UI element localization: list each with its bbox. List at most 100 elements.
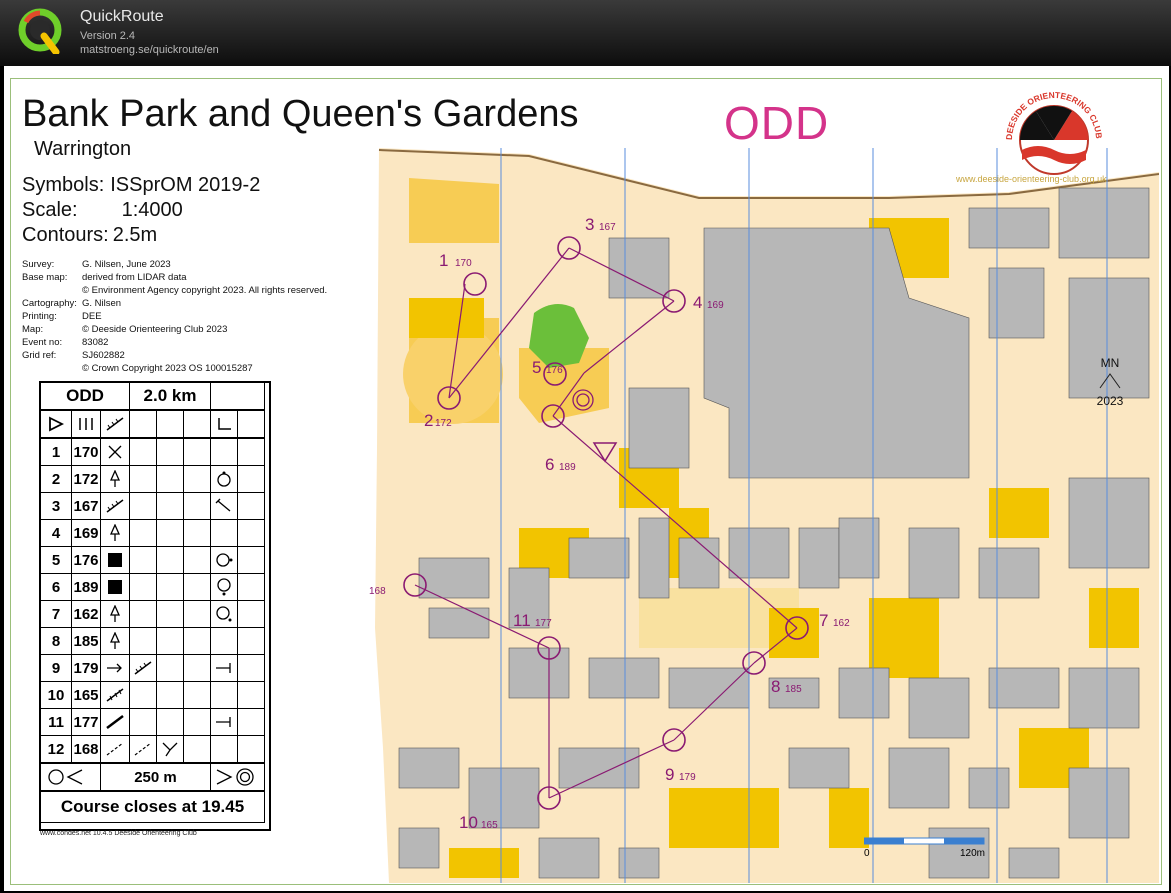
scale-bar-end: 120m — [960, 848, 986, 859]
app-name: QuickRoute — [80, 8, 164, 25]
thick-line-icon — [106, 715, 124, 729]
description-header: ODD 2.0 km — [40, 382, 265, 411]
control-3-number: 3 — [585, 215, 594, 234]
finish-start-cell — [40, 762, 101, 792]
desc-code: 189 — [71, 573, 101, 601]
desc-code: 176 — [71, 546, 101, 574]
desc-direction-cell — [100, 654, 130, 682]
description-start-row — [40, 409, 265, 439]
desc-code: 168 — [71, 735, 101, 764]
scale-bar-graphic — [864, 837, 985, 845]
start-triangle-icon — [49, 416, 64, 432]
desc-symbol-cell — [100, 573, 130, 601]
credit-key: Grid ref: — [22, 350, 57, 361]
empty-cell — [183, 465, 211, 493]
empty-cell — [129, 600, 157, 628]
credit-key: Map: — [22, 324, 44, 335]
desc-number: 1 — [40, 437, 72, 466]
desc-symbol-cell — [100, 519, 130, 547]
empty-cell — [183, 546, 211, 574]
description-course-length: 2.0 km — [129, 382, 211, 411]
empty-cell — [237, 627, 265, 655]
desc-number: 4 — [40, 519, 72, 547]
description-row-8: 8 185 — [40, 627, 265, 655]
feature-cell — [100, 409, 130, 439]
map-paper: 1 170 2 172 3 167 4 169 5 176 6 189 7 16… — [4, 66, 1169, 891]
desc-code: 185 — [71, 627, 101, 655]
app-url[interactable]: matstroeng.se/quickroute/en — [80, 44, 219, 56]
credit-key: Base map: — [22, 272, 68, 283]
control-4-number: 4 — [693, 293, 702, 312]
control-6-number: 6 — [545, 455, 554, 474]
control-7-code: 162 — [833, 618, 850, 629]
app-title-bar: QuickRoute Version 2.4 matstroeng.se/qui… — [0, 0, 1171, 66]
empty-cell — [183, 600, 211, 628]
description-row-9: 9 179 — [40, 654, 265, 682]
control-2-code: 172 — [435, 418, 452, 429]
north-arrow-icon — [1099, 373, 1121, 389]
spec-scale: Scale: 1:4000 — [22, 199, 183, 222]
empty-cell — [237, 546, 265, 574]
desc-symbol-cell — [100, 600, 130, 628]
quickroute-logo-icon — [18, 8, 62, 54]
desc-location-cell — [210, 546, 238, 574]
spec-symbols-value: ISSprOM 2019-2 — [110, 174, 261, 196]
desc-symbol-cell — [100, 546, 130, 574]
wall-icon — [106, 499, 124, 513]
desc-code: 172 — [71, 465, 101, 493]
end-icon — [215, 498, 231, 512]
control-11-number: 11 — [513, 611, 531, 630]
end-line-icon — [216, 717, 231, 727]
empty-cell — [129, 519, 157, 547]
empty-cell — [183, 708, 211, 736]
building-square-icon — [108, 580, 122, 594]
spec-contours-value: 2.5m — [112, 224, 158, 246]
empty-cell — [156, 708, 184, 736]
empty-cell — [237, 465, 265, 493]
circle-bottom-right-icon — [216, 606, 232, 622]
spec-contours-label: Contours: — [22, 224, 109, 246]
description-finish-row: 250 m — [40, 762, 265, 792]
map-credits: Survey: G. Nilsen, June 2023 Base map: der… — [22, 258, 327, 375]
tree-icon — [109, 632, 121, 649]
empty-cell — [237, 681, 265, 709]
app-version: Version 2.4 — [80, 30, 136, 42]
empty-cell — [156, 654, 184, 682]
empty-cell — [210, 735, 238, 764]
club-url: www.deeside-orienteering-club.org.uk — [956, 174, 1107, 184]
desc-symbol-cell — [129, 654, 157, 682]
tree-icon — [109, 524, 121, 541]
tree-icon — [109, 605, 121, 622]
control-11-code: 177 — [535, 618, 552, 629]
empty-cell — [210, 627, 238, 655]
finish-distance: 250 m — [100, 762, 211, 792]
control-5-code: 176 — [546, 365, 563, 376]
course-badge: ODD — [724, 97, 830, 149]
description-row-11: 11 177 — [40, 708, 265, 736]
desc-symbol-cell — [100, 492, 130, 520]
map-title: Bank Park and Queen's Gardens — [22, 93, 579, 135]
control-2-number: 2 — [424, 411, 433, 430]
spec-scale-value: 1:4000 — [121, 199, 183, 221]
desc-location-cell — [210, 708, 238, 736]
magnetic-north-arrow: MN 2023 — [1090, 356, 1130, 436]
corner-icon — [218, 418, 231, 430]
empty-cell — [156, 492, 184, 520]
end-line-icon — [216, 663, 231, 673]
empty-cell — [129, 708, 157, 736]
control-6-code: 189 — [559, 462, 576, 473]
empty-cell — [156, 546, 184, 574]
empty-cell — [156, 465, 184, 493]
control-description-sheet: ODD 2.0 km 1 170 2 172 3 167 4 169 5 176… — [40, 382, 265, 823]
desc-symbol-cell — [100, 681, 130, 709]
description-header-empty — [210, 382, 265, 411]
empty-cell — [237, 735, 265, 764]
desc-number: 6 — [40, 573, 72, 601]
credit-key: Event no: — [22, 337, 63, 348]
desc-symbol-cell — [129, 735, 157, 764]
description-row-5: 5 176 — [40, 546, 265, 574]
empty-cell — [156, 600, 184, 628]
empty-cell — [183, 681, 211, 709]
empty-cell — [129, 627, 157, 655]
credit-value: 83082 — [82, 337, 109, 348]
